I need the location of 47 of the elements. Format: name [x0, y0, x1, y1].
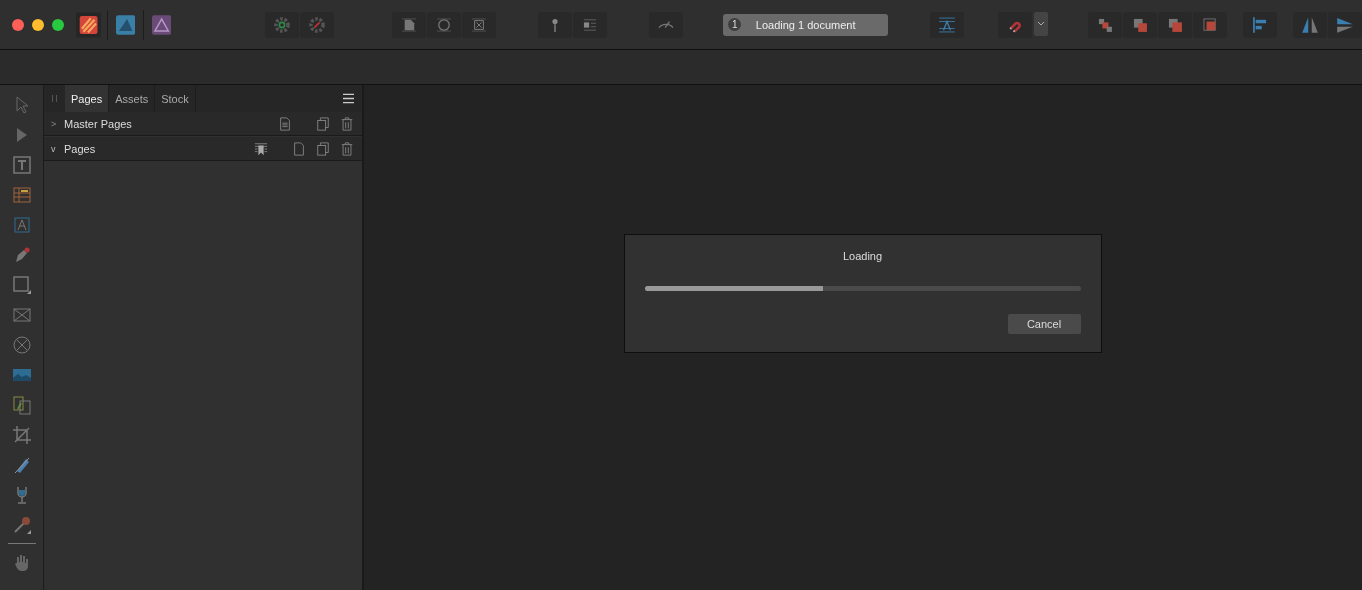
section-header[interactable]: > Master Pages	[44, 112, 362, 136]
zoom-button[interactable]	[52, 18, 64, 31]
align-left-icon[interactable]	[1243, 11, 1277, 38]
add-page-icon[interactable]	[278, 116, 292, 131]
trash-icon[interactable]	[340, 141, 354, 156]
section-title: Master Pages	[64, 117, 132, 130]
crop-tool-icon[interactable]	[11, 425, 32, 445]
drag-handle-icon[interactable]	[52, 95, 57, 102]
flip-vertical-icon[interactable]	[1328, 11, 1362, 38]
bookmark-list-icon[interactable]	[254, 141, 268, 156]
duplicate-icon[interactable]	[316, 141, 330, 156]
arrange-icon[interactable]	[1123, 11, 1157, 38]
section-header[interactable]: v Pages	[44, 137, 362, 161]
arrange-icon[interactable]	[1193, 11, 1227, 38]
art-text-tool-icon[interactable]	[11, 215, 32, 235]
minimize-button[interactable]	[32, 18, 44, 31]
add-page-icon[interactable]	[292, 141, 306, 156]
chevron[interactable]: >	[51, 118, 64, 129]
flip-horizontal-icon[interactable]	[1293, 11, 1327, 38]
text-wrap-icon[interactable]	[573, 11, 608, 38]
cancel-button[interactable]: Cancel	[1007, 314, 1081, 334]
preview-icon[interactable]	[649, 11, 684, 38]
ellipse-frame-tool-icon[interactable]	[11, 335, 32, 355]
dialog-title: Loading	[841, 250, 884, 262]
chevron[interactable]: v	[51, 143, 64, 154]
duplicate-icon[interactable]	[316, 116, 330, 131]
picture-frame-tool-icon[interactable]	[11, 305, 32, 325]
arrange-icon[interactable]	[1158, 11, 1192, 38]
section-title: Pages	[64, 142, 96, 155]
magnet-icon[interactable]	[998, 11, 1032, 38]
gear-icon[interactable]	[265, 11, 300, 38]
page-icon[interactable]	[392, 11, 427, 38]
panel-tab[interactable]: Pages	[65, 85, 110, 112]
rect-tool-icon[interactable]	[11, 275, 32, 295]
status-text: Loading 1 document	[754, 18, 857, 31]
text-frame-icon[interactable]	[930, 11, 964, 38]
trash-icon[interactable]	[340, 116, 354, 131]
document-count: 1	[728, 18, 742, 31]
text-flow-tool-icon[interactable]	[11, 395, 32, 415]
close-button[interactable]	[12, 18, 24, 31]
table-tool-icon[interactable]	[11, 185, 32, 205]
pin-icon[interactable]	[538, 11, 573, 38]
menu-icon[interactable]	[343, 93, 354, 104]
frame-text-tool-icon[interactable]	[11, 155, 32, 175]
gear-icon[interactable]	[300, 11, 335, 38]
arrange-icon[interactable]	[1088, 11, 1122, 38]
frame-icon[interactable]	[462, 11, 497, 38]
